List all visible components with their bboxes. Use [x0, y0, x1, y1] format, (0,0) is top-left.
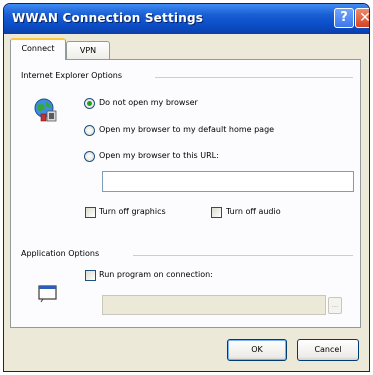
- program-path-field[interactable]: [102, 295, 326, 315]
- url-field[interactable]: [102, 171, 354, 192]
- checkbox-turn-off-audio[interactable]: [211, 207, 222, 218]
- checkbox-run-program-on-connection[interactable]: [85, 270, 96, 281]
- radio-label-open-default-home-page[interactable]: Open my browser to my default home page: [99, 125, 274, 134]
- app-options-divider: [133, 255, 353, 256]
- radio-do-not-open-browser[interactable]: [84, 98, 95, 109]
- checkbox-label-turn-off-graphics[interactable]: Turn off graphics: [99, 207, 166, 216]
- checkbox-label-run-program-on-connection[interactable]: Run program on connection:: [99, 270, 213, 279]
- radio-label-open-url[interactable]: Open my browser to this URL:: [99, 151, 219, 160]
- title-bar[interactable]: WWAN Connection Settings ? ✕: [4, 4, 369, 34]
- tab-vpn[interactable]: VPN: [66, 41, 110, 61]
- checkbox-turn-off-graphics[interactable]: [85, 207, 96, 218]
- app-options-group-label: Application Options: [21, 249, 100, 258]
- ie-options-divider: [155, 77, 353, 78]
- radio-label-do-not-open-browser[interactable]: Do not open my browser: [99, 98, 198, 107]
- cancel-button[interactable]: Cancel: [297, 339, 359, 361]
- radio-open-default-home-page[interactable]: [84, 125, 95, 136]
- close-button[interactable]: ✕: [355, 8, 369, 28]
- help-button[interactable]: ?: [334, 8, 354, 28]
- window-title: WWAN Connection Settings: [12, 11, 204, 25]
- internet-explorer-globe-icon: [34, 98, 57, 122]
- tab-connect[interactable]: Connect: [10, 38, 66, 60]
- checkbox-label-turn-off-audio[interactable]: Turn off audio: [226, 207, 281, 216]
- browse-button[interactable]: ...: [328, 297, 342, 314]
- ok-button[interactable]: OK: [227, 339, 287, 361]
- ie-options-group-label: Internet Explorer Options: [21, 71, 123, 80]
- radio-open-url[interactable]: [84, 151, 95, 162]
- application-window-icon: [38, 285, 57, 303]
